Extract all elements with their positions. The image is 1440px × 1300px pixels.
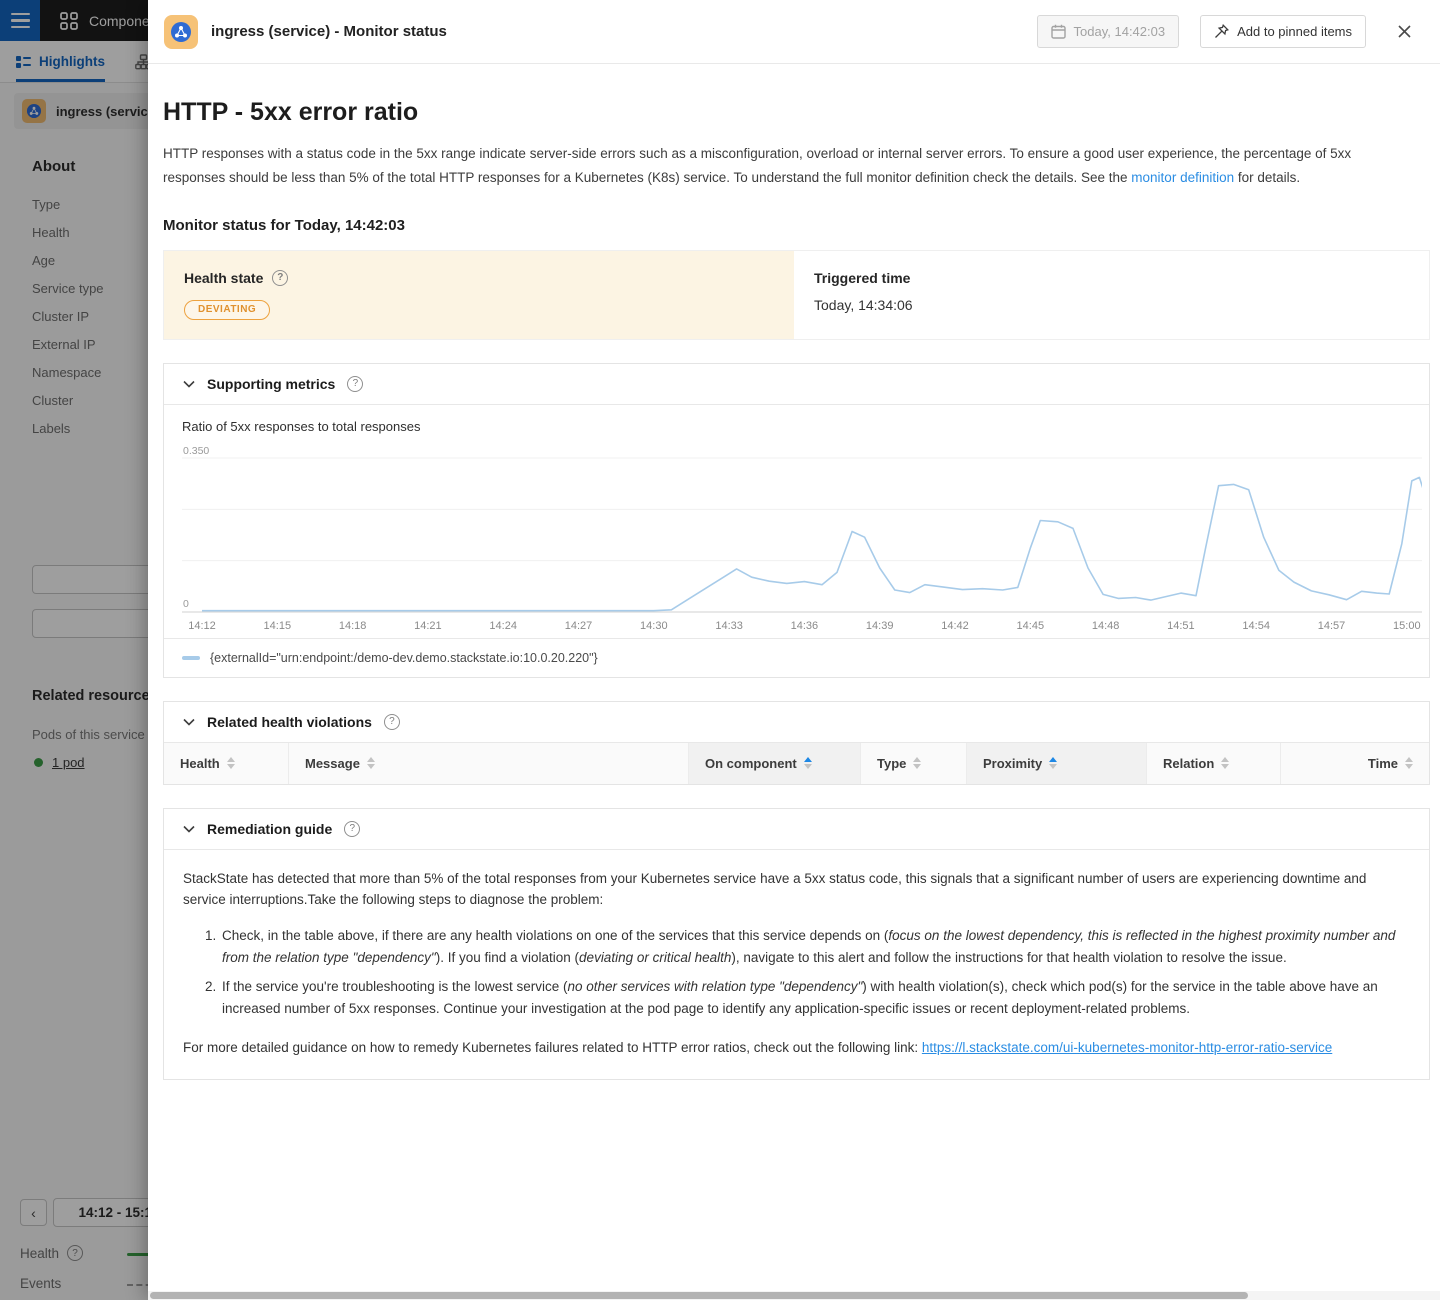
- column-header-on-component[interactable]: On component: [688, 743, 860, 784]
- column-header-time[interactable]: Time: [1280, 743, 1429, 784]
- supporting-metrics-section: Supporting metrics ? Ratio of 5xx respon…: [163, 363, 1430, 678]
- remediation-header[interactable]: Remediation guide ?: [164, 809, 1429, 850]
- svg-text:14:36: 14:36: [791, 620, 819, 632]
- horizontal-scrollbar: [148, 1291, 1440, 1300]
- sort-icon: [1221, 757, 1229, 769]
- monitor-status-heading: Monitor status for Today, 14:42:03: [163, 217, 1430, 234]
- add-to-pinned-button[interactable]: Add to pinned items: [1200, 15, 1366, 48]
- remediation-steps: Check, in the table above, if there are …: [183, 925, 1409, 1019]
- chevron-down-icon: [183, 380, 195, 388]
- help-icon[interactable]: ?: [384, 714, 400, 730]
- status-row: Health state ? DEVIATING Triggered time …: [163, 250, 1430, 340]
- svg-text:14:33: 14:33: [715, 620, 743, 632]
- svg-text:14:45: 14:45: [1017, 620, 1045, 632]
- svg-text:14:27: 14:27: [565, 620, 593, 632]
- sort-icon: [1049, 757, 1057, 769]
- line-chart: 0.350 0 14:12 14:15 14:18 14:21 14:24 14:27 14:3…: [182, 440, 1429, 638]
- triggered-time-card: Triggered time Today, 14:34:06: [794, 251, 1429, 339]
- column-header-message[interactable]: Message: [288, 743, 688, 784]
- remediation-doc-link[interactable]: https://l.stackstate.com/ui-kubernetes-m…: [922, 1040, 1332, 1055]
- svg-text:14:51: 14:51: [1167, 620, 1195, 632]
- health-state-badge: DEVIATING: [184, 300, 270, 320]
- sort-icon: [913, 757, 921, 769]
- help-icon[interactable]: ?: [347, 376, 363, 392]
- horizontal-scrollbar-thumb[interactable]: [150, 1292, 1248, 1299]
- column-header-relation[interactable]: Relation: [1146, 743, 1280, 784]
- svg-text:15:00: 15:00: [1393, 620, 1421, 632]
- calendar-icon: [1051, 24, 1066, 39]
- violations-table-header: HealthMessageOn componentTypeProximityRe…: [164, 743, 1429, 784]
- column-header-health[interactable]: Health: [164, 743, 288, 784]
- remediation-intro: StackState has detected that more than 5…: [183, 868, 1409, 912]
- svg-text:0: 0: [183, 598, 189, 610]
- legend-label: {externalId="urn:endpoint:/demo-dev.demo…: [210, 651, 598, 665]
- chevron-down-icon: [183, 718, 195, 726]
- remediation-step: Check, in the table above, if there are …: [220, 925, 1409, 969]
- sort-icon: [1405, 757, 1413, 769]
- close-icon[interactable]: [1393, 20, 1416, 43]
- pin-icon: [1214, 24, 1229, 39]
- violations-title: Related health violations: [207, 714, 372, 730]
- monitor-definition-link[interactable]: monitor definition: [1131, 170, 1234, 185]
- modal-title: ingress (service) - Monitor status: [211, 23, 1024, 40]
- column-header-type[interactable]: Type: [860, 743, 966, 784]
- svg-text:14:39: 14:39: [866, 620, 894, 632]
- svg-text:0.350: 0.350: [183, 445, 209, 457]
- chevron-down-icon: [183, 825, 195, 833]
- modal-header: ingress (service) - Monitor status Today…: [148, 0, 1440, 64]
- remediation-body: StackState has detected that more than 5…: [164, 850, 1429, 1079]
- modal-body: HTTP - 5xx error ratio HTTP responses wi…: [148, 64, 1440, 1300]
- monitor-description: HTTP responses with a status code in the…: [163, 142, 1413, 191]
- svg-text:14:30: 14:30: [640, 620, 668, 632]
- legend-swatch: [182, 656, 200, 660]
- triggered-time-label: Triggered time: [814, 270, 910, 286]
- sort-icon: [227, 757, 235, 769]
- time-picker-button[interactable]: Today, 14:42:03: [1037, 15, 1180, 48]
- svg-text:14:15: 14:15: [264, 620, 292, 632]
- help-icon[interactable]: ?: [344, 821, 360, 837]
- remediation-title: Remediation guide: [207, 821, 332, 837]
- monitor-status-modal: ingress (service) - Monitor status Today…: [148, 0, 1440, 1300]
- sort-icon: [367, 757, 375, 769]
- health-state-label: Health state: [184, 270, 263, 286]
- svg-text:14:54: 14:54: [1242, 620, 1270, 632]
- monitor-title: HTTP - 5xx error ratio: [163, 98, 1430, 127]
- supporting-metrics-header[interactable]: Supporting metrics ?: [164, 364, 1429, 405]
- health-state-card: Health state ? DEVIATING: [164, 251, 794, 339]
- help-icon[interactable]: ?: [272, 270, 288, 286]
- sort-icon: [804, 757, 812, 769]
- svg-text:14:42: 14:42: [941, 620, 969, 632]
- chart-title: Ratio of 5xx responses to total response…: [182, 419, 1429, 434]
- triggered-time-value: Today, 14:34:06: [814, 297, 1409, 313]
- related-health-violations-section: Related health violations ? HealthMessag…: [163, 701, 1430, 785]
- remediation-guide-section: Remediation guide ? StackState has detec…: [163, 808, 1430, 1080]
- svg-text:14:21: 14:21: [414, 620, 442, 632]
- svg-text:14:24: 14:24: [489, 620, 517, 632]
- chart-area: Ratio of 5xx responses to total response…: [164, 405, 1429, 638]
- chart-legend: {externalId="urn:endpoint:/demo-dev.demo…: [164, 638, 1429, 677]
- supporting-metrics-title: Supporting metrics: [207, 376, 335, 392]
- violations-header[interactable]: Related health violations ?: [164, 702, 1429, 743]
- svg-text:14:12: 14:12: [188, 620, 216, 632]
- remediation-footer: For more detailed guidance on how to rem…: [183, 1037, 1409, 1059]
- svg-text:14:57: 14:57: [1318, 620, 1346, 632]
- svg-text:14:18: 14:18: [339, 620, 367, 632]
- svg-text:14:48: 14:48: [1092, 620, 1120, 632]
- service-icon: [164, 15, 198, 49]
- column-header-proximity[interactable]: Proximity: [966, 743, 1146, 784]
- remediation-step: If the service you're troubleshooting is…: [220, 976, 1409, 1020]
